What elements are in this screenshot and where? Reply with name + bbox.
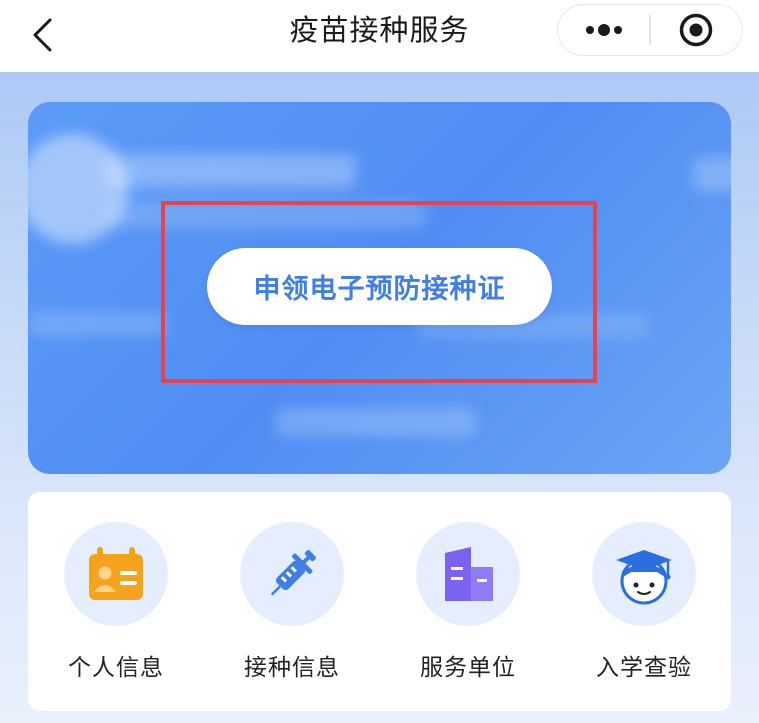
more-dots-icon xyxy=(585,24,622,36)
mini-program-capsule xyxy=(557,4,743,56)
service-item-personal-info[interactable]: 个人信息 xyxy=(28,492,204,711)
apply-e-certificate-button[interactable]: 申领电子预防接种证 xyxy=(207,248,552,325)
target-close-icon xyxy=(680,13,713,47)
service-item-label: 接种信息 xyxy=(244,655,340,681)
navigation-bar: 疫苗接种服务 xyxy=(0,0,759,72)
blurred-subheading xyxy=(106,202,426,228)
blurred-info-row xyxy=(28,312,168,336)
service-item-label: 个人信息 xyxy=(68,655,164,681)
service-icon-circle xyxy=(592,522,696,626)
syringe-icon xyxy=(270,550,316,596)
blurred-heading xyxy=(106,154,356,188)
more-button[interactable] xyxy=(558,5,649,55)
vaccination-certificate-card: 申领电子预防接种证 xyxy=(28,102,731,474)
service-item-enrollment-check[interactable]: 入学查验 xyxy=(556,492,732,711)
id-card-icon xyxy=(89,547,143,600)
service-item-label: 入学查验 xyxy=(596,655,692,681)
service-icon-circle xyxy=(64,522,168,626)
close-button[interactable] xyxy=(651,5,742,55)
service-icon-circle xyxy=(240,522,344,626)
blurred-footer-link xyxy=(276,408,476,436)
service-grid: 个人信息 接种信息 服务单位 入学查验 xyxy=(28,492,731,711)
service-item-service-units[interactable]: 服务单位 xyxy=(380,492,556,711)
service-item-vaccination-info[interactable]: 接种信息 xyxy=(204,492,380,711)
student-graduate-icon xyxy=(616,550,672,605)
service-icon-circle xyxy=(416,522,520,626)
blurred-corner-mark xyxy=(693,157,731,191)
building-icon xyxy=(445,547,493,601)
service-item-label: 服务单位 xyxy=(420,655,516,681)
